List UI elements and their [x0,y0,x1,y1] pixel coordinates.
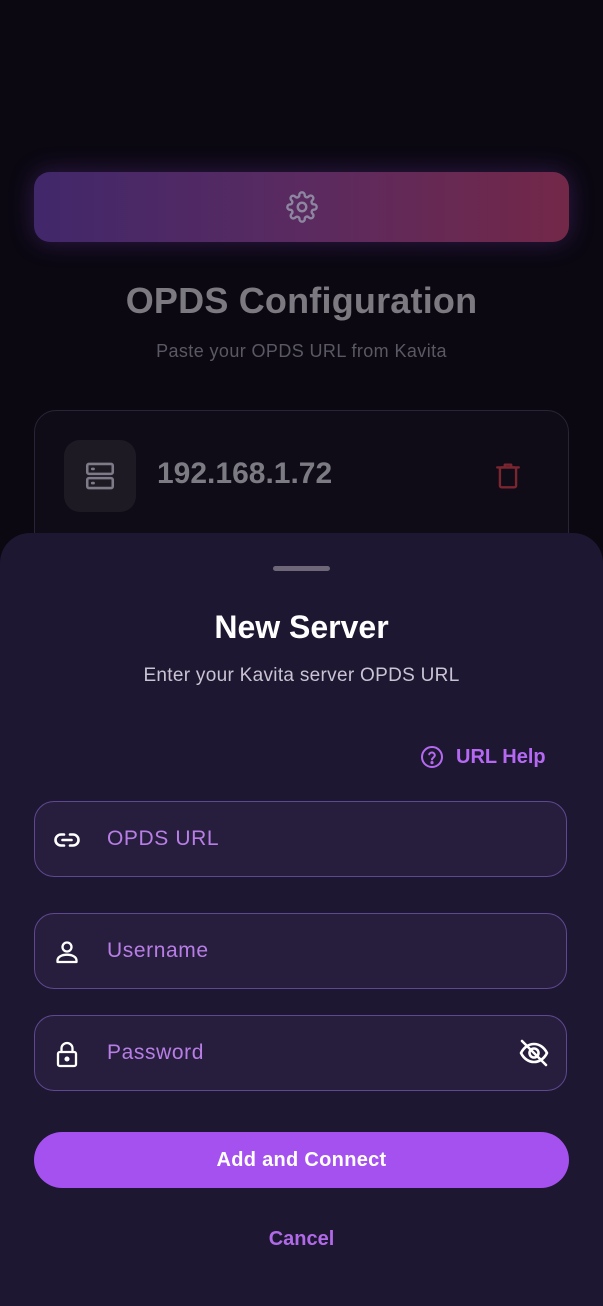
url-help-link[interactable]: URL Help [420,743,546,771]
opds-url-field[interactable] [34,801,567,877]
help-circle-icon [421,746,443,768]
url-help-label: URL Help [456,745,546,768]
gear-icon [285,191,318,223]
settings-banner [34,172,569,242]
cancel-button[interactable]: Cancel [200,1223,403,1255]
page-subtitle: Paste your OPDS URL from Kavita [156,341,447,361]
server-icon [85,462,115,490]
page-title: OPDS Configuration [125,280,478,321]
add-and-connect-button[interactable]: Add and Connect [34,1132,569,1188]
person-icon [56,941,78,964]
eye-off-icon[interactable] [518,1038,550,1068]
lock-icon [56,1041,78,1068]
username-field[interactable] [34,913,567,989]
sheet-subtitle: Enter your Kavita server OPDS URL [143,665,460,686]
sheet-title: New Server [214,609,389,645]
trash-icon[interactable] [495,462,521,490]
username-input[interactable] [107,914,507,987]
new-server-sheet: New Server Enter your Kavita server OPDS… [0,533,603,1306]
server-name: 192.168.1.72 [157,457,333,490]
drag-handle[interactable] [273,566,330,571]
link-icon [54,833,80,847]
password-input[interactable] [107,1016,507,1089]
server-icon-box [64,440,136,512]
screen: OPDS Configuration Paste your OPDS URL f… [0,0,603,1306]
password-field[interactable] [34,1015,567,1091]
opds-url-input[interactable] [107,802,507,875]
